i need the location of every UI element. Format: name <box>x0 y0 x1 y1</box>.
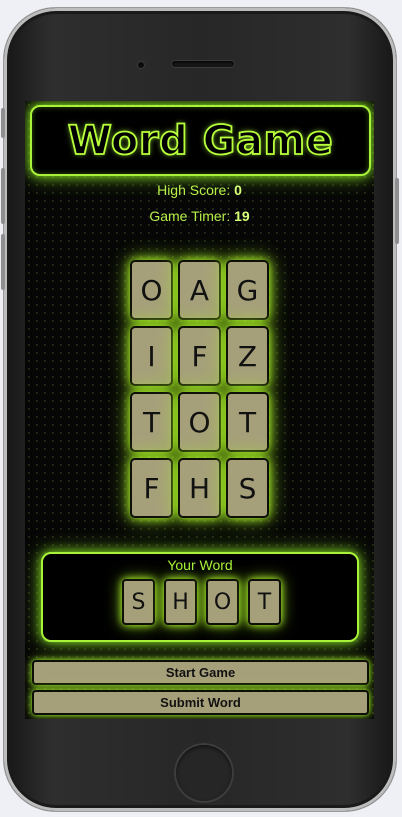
letter-tile[interactable]: T <box>226 392 269 452</box>
game-screen: Word Game High Score: 0 Game Timer: 19 O… <box>25 101 374 719</box>
letter-tile[interactable]: S <box>226 458 269 518</box>
letter-tile[interactable]: O <box>178 392 221 452</box>
letter-tile[interactable]: G <box>226 260 269 320</box>
your-word-panel: Your Word S H O T <box>41 552 359 642</box>
volume-up-button <box>1 168 5 224</box>
speaker-grille <box>172 61 234 67</box>
submit-word-button[interactable]: Submit Word <box>32 690 369 715</box>
your-word-label: Your Word <box>167 557 233 573</box>
camera-icon <box>138 62 144 68</box>
volume-down-button <box>1 234 5 290</box>
mute-switch <box>1 108 5 138</box>
word-letter-tile[interactable]: T <box>248 579 281 625</box>
letter-tile[interactable]: I <box>130 326 173 386</box>
letter-grid: O A G I F Z T O T F H S <box>25 101 374 521</box>
word-letter-tile[interactable]: H <box>164 579 197 625</box>
home-button[interactable] <box>174 743 234 803</box>
letter-tile[interactable]: O <box>130 260 173 320</box>
letter-tile[interactable]: A <box>178 260 221 320</box>
letter-tile[interactable]: Z <box>226 326 269 386</box>
letter-tile[interactable]: F <box>130 458 173 518</box>
word-letter-tile[interactable]: S <box>122 579 155 625</box>
letter-tile[interactable]: H <box>178 458 221 518</box>
power-button <box>395 178 399 244</box>
word-letter-tile[interactable]: O <box>206 579 239 625</box>
start-game-button[interactable]: Start Game <box>32 660 369 685</box>
letter-tile[interactable]: T <box>130 392 173 452</box>
letter-tile[interactable]: F <box>178 326 221 386</box>
